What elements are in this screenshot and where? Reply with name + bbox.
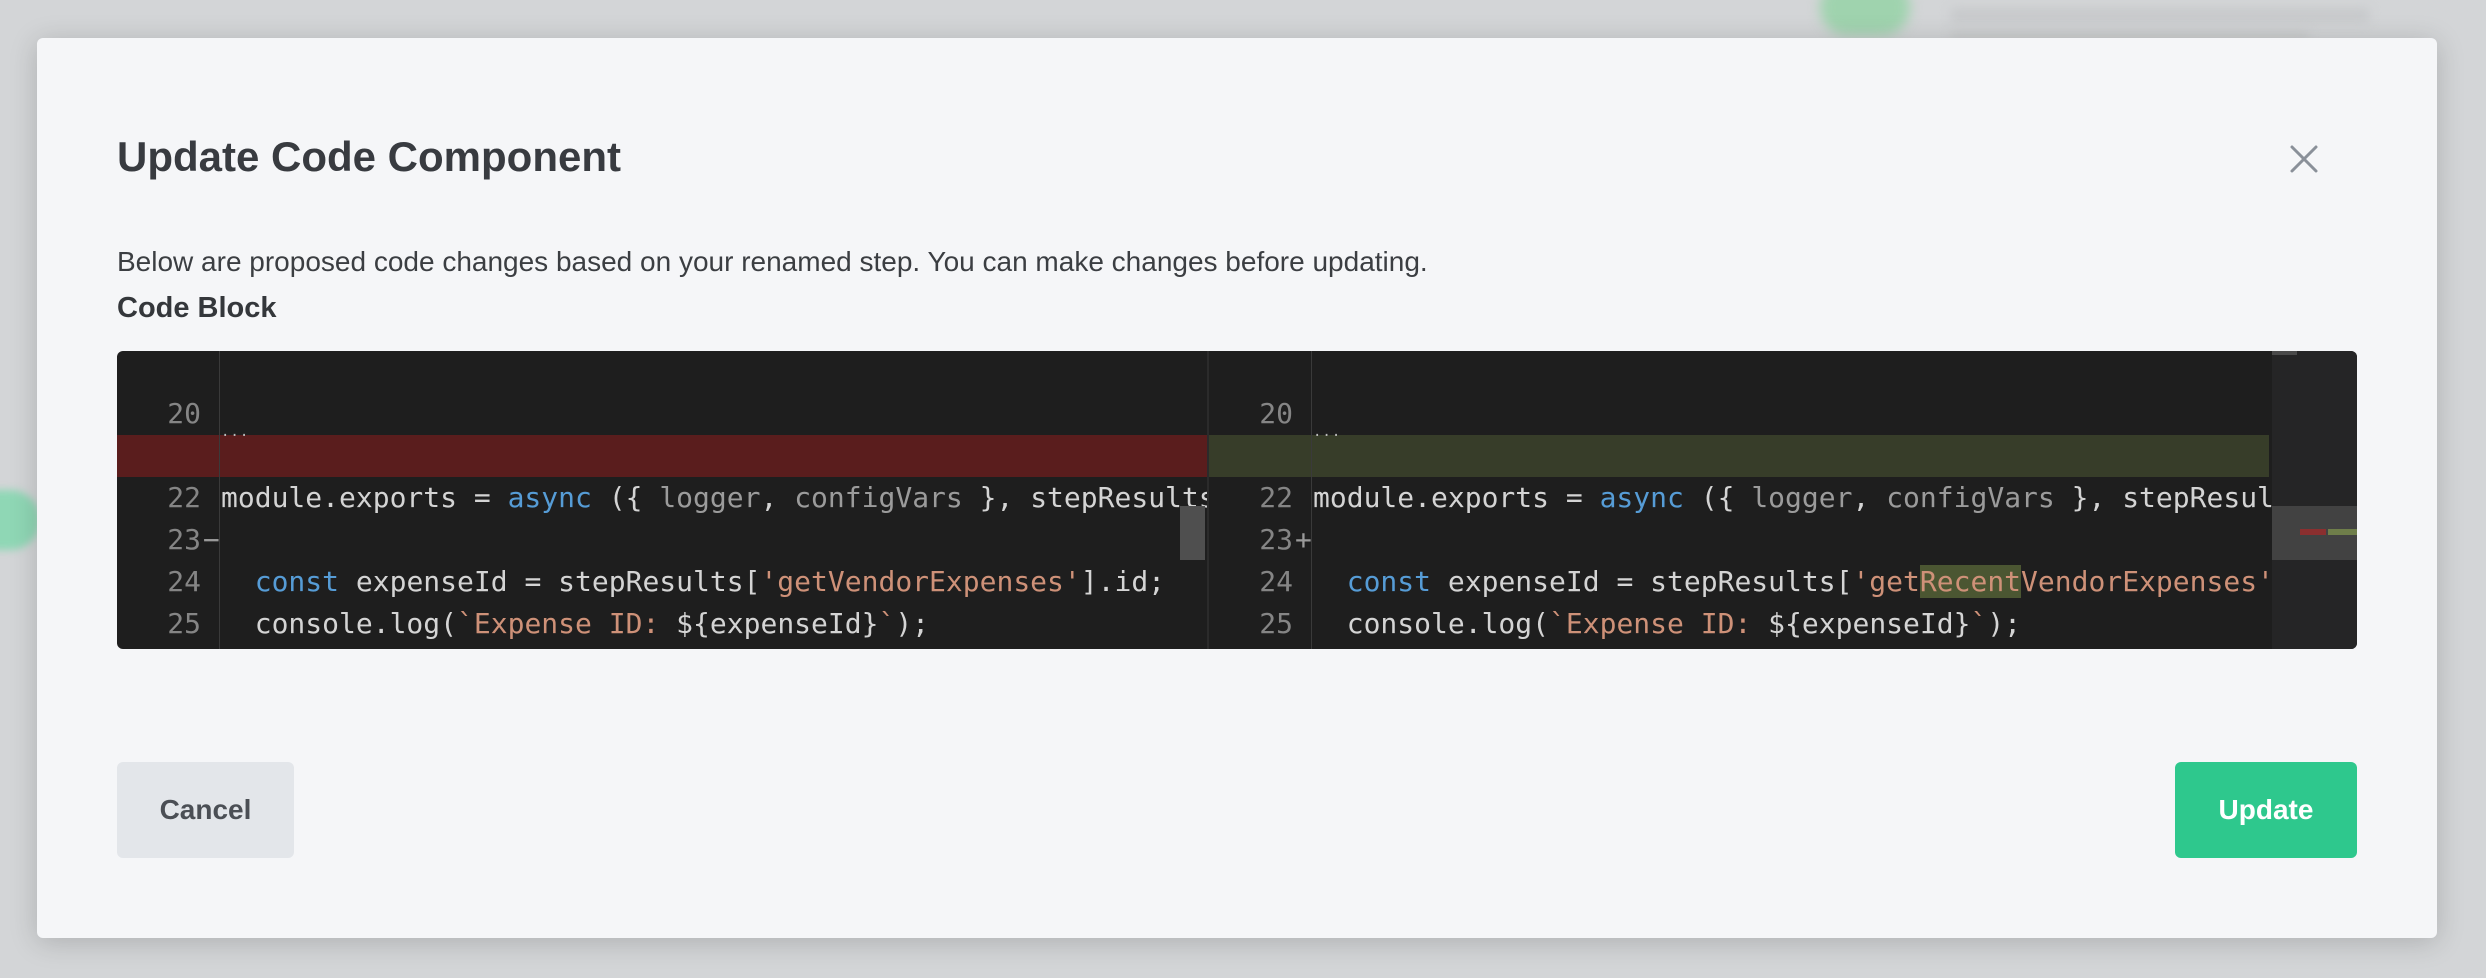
code-line: 20 xyxy=(117,351,1207,430)
code-diff-editor[interactable]: 20 21 module.exports = async ({ logger, … xyxy=(117,351,2357,649)
fold-indicator[interactable]: ··· xyxy=(1313,429,1341,443)
backdrop-shape xyxy=(1820,0,1910,35)
code-line: 25 xyxy=(1209,561,2269,640)
code-line: 21 module.exports = async ({ logger, con… xyxy=(117,393,1207,514)
backdrop-shape xyxy=(1950,8,2370,22)
minimap-marker xyxy=(2272,351,2297,355)
gutter-separator xyxy=(1311,351,1312,649)
removed-line: 22 − const expenseId = stepResults['getV… xyxy=(117,435,1207,598)
code-line: 23 xyxy=(1209,477,2269,556)
code-line: 20 xyxy=(1209,351,2269,430)
close-icon xyxy=(2290,145,2318,173)
update-code-modal: Update Code Component Below are proposed… xyxy=(37,38,2437,938)
original-code-pane[interactable]: 20 21 module.exports = async ({ logger, … xyxy=(117,351,1207,649)
code-line: 26 const response = fetch.get(`${baseUrl… xyxy=(117,603,1207,645)
gutter-separator xyxy=(219,351,220,649)
minimap[interactable] xyxy=(2272,351,2357,649)
modal-title: Update Code Component xyxy=(117,133,621,180)
line-number: 26 xyxy=(117,645,201,649)
fold-indicator[interactable]: ··· xyxy=(221,429,249,443)
added-line: 22 + const expenseId = stepResults['getR… xyxy=(1209,435,2308,598)
code-block-label: Code Block xyxy=(117,292,277,324)
code-line: 21 module.exports = async ({ logger, con… xyxy=(1209,393,2307,514)
minimap-removed-marker xyxy=(2300,529,2326,535)
backdrop-shape xyxy=(0,490,40,550)
cancel-button[interactable]: Cancel xyxy=(117,762,294,858)
minimap-added-marker xyxy=(2328,529,2357,535)
modified-code-pane[interactable]: 20 21 module.exports = async ({ logger, … xyxy=(1209,351,2357,649)
vertical-scrollbar[interactable] xyxy=(1180,506,1205,560)
modal-description: Below are proposed code changes based on… xyxy=(117,246,1428,277)
code-line: 24 console.log(`Expense ID: ${expenseId}… xyxy=(1209,519,2269,640)
code-line: 26 const response = fetch.get(`${baseUrl… xyxy=(1209,603,2269,645)
update-button[interactable]: Update xyxy=(2175,762,2357,858)
code-line: 24 console.log(`Expense ID: ${expenseId}… xyxy=(117,519,1207,640)
code-line: 23 xyxy=(117,477,1207,556)
code-line: 25 xyxy=(117,561,1207,640)
line-number: 26 xyxy=(1209,645,1293,649)
close-button[interactable] xyxy=(2284,139,2324,179)
